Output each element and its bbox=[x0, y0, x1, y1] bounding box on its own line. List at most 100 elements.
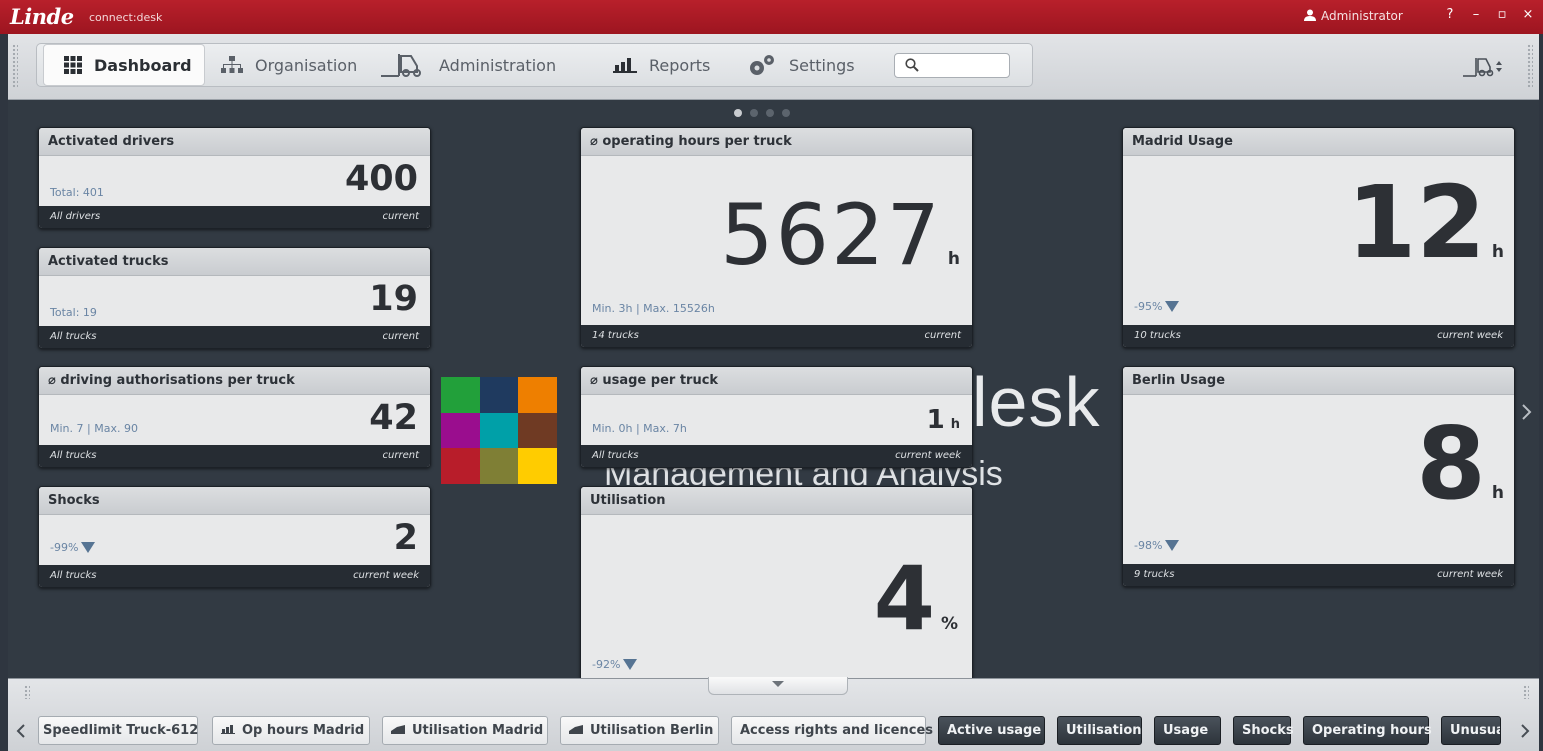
chip-active-usage[interactable]: Active usage bbox=[938, 716, 1045, 745]
page-dot-1[interactable] bbox=[734, 109, 742, 117]
page-dot-3[interactable] bbox=[766, 109, 774, 117]
page-dot-4[interactable] bbox=[782, 109, 790, 117]
widget-utilisation[interactable]: Utilisation -92% 4% bbox=[580, 486, 973, 678]
next-page-arrow-icon[interactable] bbox=[1521, 403, 1533, 421]
grid-icon bbox=[64, 56, 82, 74]
tab-settings[interactable]: Settings bbox=[743, 44, 873, 86]
widget-title: Shocks bbox=[39, 487, 430, 515]
chevron-down-icon bbox=[772, 681, 784, 687]
tab-label: Settings bbox=[789, 55, 855, 75]
widget-meta: Total: 401 bbox=[50, 186, 104, 199]
forklift-icon bbox=[1463, 58, 1502, 77]
widget-activated-drivers[interactable]: Activated drivers Total: 401 400 All dri… bbox=[38, 127, 431, 229]
bottom-widget-bar: Speedlimit Truck-612 Op hours Madrid Utili… bbox=[8, 677, 1539, 751]
chip-op-hours-madrid[interactable]: Op hours Madrid bbox=[212, 716, 370, 745]
widget-activated-trucks[interactable]: Activated trucks Total: 19 19 All trucks… bbox=[38, 247, 431, 349]
page-dot-2[interactable] bbox=[750, 109, 758, 117]
chip-label: Operating hours bbox=[1312, 723, 1432, 738]
main-toolbar: Dashboard Organisation Administration Re… bbox=[8, 34, 1539, 100]
value-unit: h bbox=[1491, 242, 1504, 262]
widget-madrid-usage[interactable]: Madrid Usage -95% 12 h 10 trucks current w… bbox=[1122, 127, 1515, 348]
footer-period: current week bbox=[1437, 330, 1503, 341]
widget-value: 1h bbox=[927, 405, 960, 435]
tab-administration[interactable]: Administration bbox=[375, 44, 590, 86]
footer-scope: All trucks bbox=[50, 331, 97, 342]
value-unit: h bbox=[1491, 483, 1504, 503]
user-menu[interactable]: Administrator bbox=[1304, 9, 1403, 23]
value-number: 12 bbox=[1346, 164, 1486, 281]
widget-title: ⌀ usage per truck bbox=[581, 367, 972, 395]
widget-footer: All drivers current bbox=[39, 206, 430, 228]
widget-footer: All trucks current week bbox=[581, 445, 972, 467]
widget-meta: Total: 19 bbox=[50, 306, 97, 319]
chip-usage[interactable]: Usage bbox=[1154, 716, 1221, 745]
truck-selector[interactable] bbox=[1462, 56, 1502, 82]
search-input[interactable] bbox=[894, 53, 1010, 78]
chip-utilisation[interactable]: Utilisation bbox=[1057, 716, 1142, 745]
help-button[interactable]: ? bbox=[1441, 7, 1459, 22]
linde-logo: Linde bbox=[10, 4, 74, 29]
chip-shocks[interactable]: Shocks bbox=[1233, 716, 1294, 745]
tab-organisation[interactable]: Organisation bbox=[213, 44, 363, 86]
widget-meta: -95% bbox=[1134, 300, 1180, 313]
value-number: 8 bbox=[1416, 405, 1486, 522]
mosaic-tile bbox=[479, 377, 519, 413]
mosaic-tile bbox=[441, 377, 480, 413]
chip-access-rights-and-licences[interactable]: Access rights and licences bbox=[731, 716, 933, 745]
widget-driving-authorisations[interactable]: ⌀ driving authorisations per truck Min. … bbox=[38, 366, 431, 468]
gears-icon bbox=[750, 55, 774, 75]
scroll-right-icon[interactable] bbox=[1520, 723, 1530, 739]
footer-scope: All drivers bbox=[50, 211, 101, 222]
mosaic-tile bbox=[518, 412, 557, 449]
trend-percent: -99% bbox=[50, 541, 79, 554]
widget-footer: 9 trucks current week bbox=[1123, 564, 1514, 586]
chip-label: Utilisation bbox=[1066, 723, 1142, 738]
footer-period: current bbox=[382, 450, 419, 461]
toolbar-grip-left[interactable] bbox=[12, 44, 18, 88]
minimize-button[interactable]: – bbox=[1467, 7, 1485, 22]
footer-period: current bbox=[382, 331, 419, 342]
main-nav: Dashboard Organisation Administration Re… bbox=[36, 43, 1033, 87]
widget-berlin-usage[interactable]: Berlin Usage -98% 8h 9 trucks current wee… bbox=[1122, 366, 1515, 587]
scroll-left-icon[interactable] bbox=[16, 723, 26, 739]
org-chart-icon bbox=[221, 56, 243, 73]
chip-unusual[interactable]: Unusual bbox=[1441, 716, 1501, 745]
chip-operating-hours[interactable]: Operating hours bbox=[1303, 716, 1432, 745]
collapse-handle[interactable] bbox=[708, 677, 848, 695]
mosaic-tile bbox=[441, 412, 480, 449]
mosaic-tile bbox=[479, 412, 519, 449]
bottombar-grip-left[interactable] bbox=[24, 685, 30, 699]
widget-footer: 10 trucks current week bbox=[1123, 325, 1514, 347]
area-chart-icon bbox=[391, 725, 405, 734]
widget-meta: -92% bbox=[592, 658, 638, 671]
widget-meta: -99% bbox=[50, 541, 96, 554]
close-button[interactable]: × bbox=[1519, 7, 1537, 22]
footer-scope: All trucks bbox=[50, 450, 97, 461]
forklift-icon bbox=[381, 54, 421, 77]
chip-speedlimit-truck-612[interactable]: Speedlimit Truck-612 bbox=[38, 716, 198, 745]
widget-shocks[interactable]: Shocks -99% 2 All trucks current week bbox=[38, 486, 431, 588]
widget-title: Utilisation bbox=[581, 487, 972, 515]
bottombar-grip-right[interactable] bbox=[1523, 685, 1529, 699]
widget-value: 5627 h bbox=[720, 186, 962, 284]
tab-label: Reports bbox=[649, 55, 711, 75]
bar-chart-icon bbox=[613, 58, 637, 73]
chip-utilisation-berlin[interactable]: Utilisation Berlin bbox=[560, 716, 719, 745]
widget-value: 400 bbox=[344, 159, 418, 199]
widget-operating-hours[interactable]: ⌀ operating hours per truck Min. 3h | Ma… bbox=[580, 127, 973, 348]
widget-usage-per-truck[interactable]: ⌀ usage per truck Min. 0h | Max. 7h 1h A… bbox=[580, 366, 973, 468]
tab-reports[interactable]: Reports bbox=[607, 44, 727, 86]
widget-meta: Min. 7 | Max. 90 bbox=[50, 422, 138, 435]
widget-footer: All trucks current bbox=[39, 445, 430, 467]
tab-label: Organisation bbox=[255, 55, 358, 75]
chip-utilisation-madrid[interactable]: Utilisation Madrid bbox=[382, 716, 548, 745]
value-number: 1 bbox=[926, 405, 945, 435]
maximize-button[interactable]: ▫ bbox=[1493, 7, 1511, 22]
widget-footer: All trucks current bbox=[39, 326, 430, 348]
widget-value: 42 bbox=[369, 398, 418, 438]
widget-title: Madrid Usage bbox=[1123, 128, 1514, 156]
tab-dashboard[interactable]: Dashboard bbox=[43, 44, 205, 86]
mosaic-tile bbox=[518, 448, 557, 484]
toolbar-grip-right[interactable] bbox=[1527, 44, 1533, 88]
chip-label: Unusual bbox=[1450, 723, 1500, 738]
